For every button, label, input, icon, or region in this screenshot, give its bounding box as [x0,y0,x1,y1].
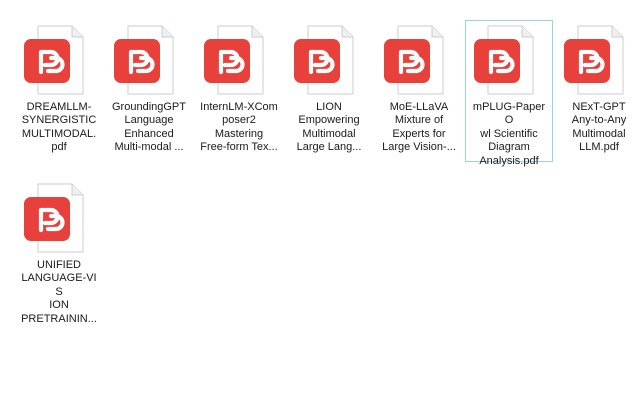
file-name: mPLUG-PaperO wl Scientific Diagram Analy… [472,101,546,167]
file-name: InternLM-XCom poser2 Mastering Free-form… [200,101,278,154]
file-item[interactable]: mPLUG-PaperO wl Scientific Diagram Analy… [465,20,553,167]
file-name: LION Empowering Multimodal Large Lang... [296,101,362,154]
file-item[interactable]: GroundingGPT Language Enhanced Multi-mod… [105,20,193,162]
file-name: GroundingGPT Language Enhanced Multi-mod… [112,101,186,154]
pdf-file-icon [24,183,84,253]
file-item[interactable]: InternLM-XCom poser2 Mastering Free-form… [195,20,283,162]
file-item[interactable]: UNIFIED LANGUAGE-VIS ION PRETRAININ... [15,178,103,325]
file-item[interactable]: MoE-LLaVA Mixture of Experts for Large V… [375,20,463,162]
file-item[interactable]: NExT-GPT Any-to-Any Multimodal LLM.pdf [555,20,640,162]
file-name: UNIFIED LANGUAGE-VIS ION PRETRAININ... [21,259,97,325]
pdf-file-icon [24,25,84,95]
file-name: DREAMLLM- SYNERGISTIC MULTIMODAL. pdf [21,101,97,154]
file-explorer-view: DREAMLLM- SYNERGISTIC MULTIMODAL. pdf Gr… [0,0,640,400]
pdf-file-icon [294,25,354,95]
pdf-file-icon [114,25,174,95]
file-item[interactable]: LION Empowering Multimodal Large Lang... [285,20,373,162]
file-grid: DREAMLLM- SYNERGISTIC MULTIMODAL. pdf Gr… [15,20,640,336]
file-item[interactable]: DREAMLLM- SYNERGISTIC MULTIMODAL. pdf [15,20,103,162]
pdf-file-icon [564,25,624,95]
pdf-file-icon [474,25,534,95]
file-name: MoE-LLaVA Mixture of Experts for Large V… [382,101,456,154]
file-name: NExT-GPT Any-to-Any Multimodal LLM.pdf [571,101,627,154]
pdf-file-icon [204,25,264,95]
pdf-file-icon [384,25,444,95]
